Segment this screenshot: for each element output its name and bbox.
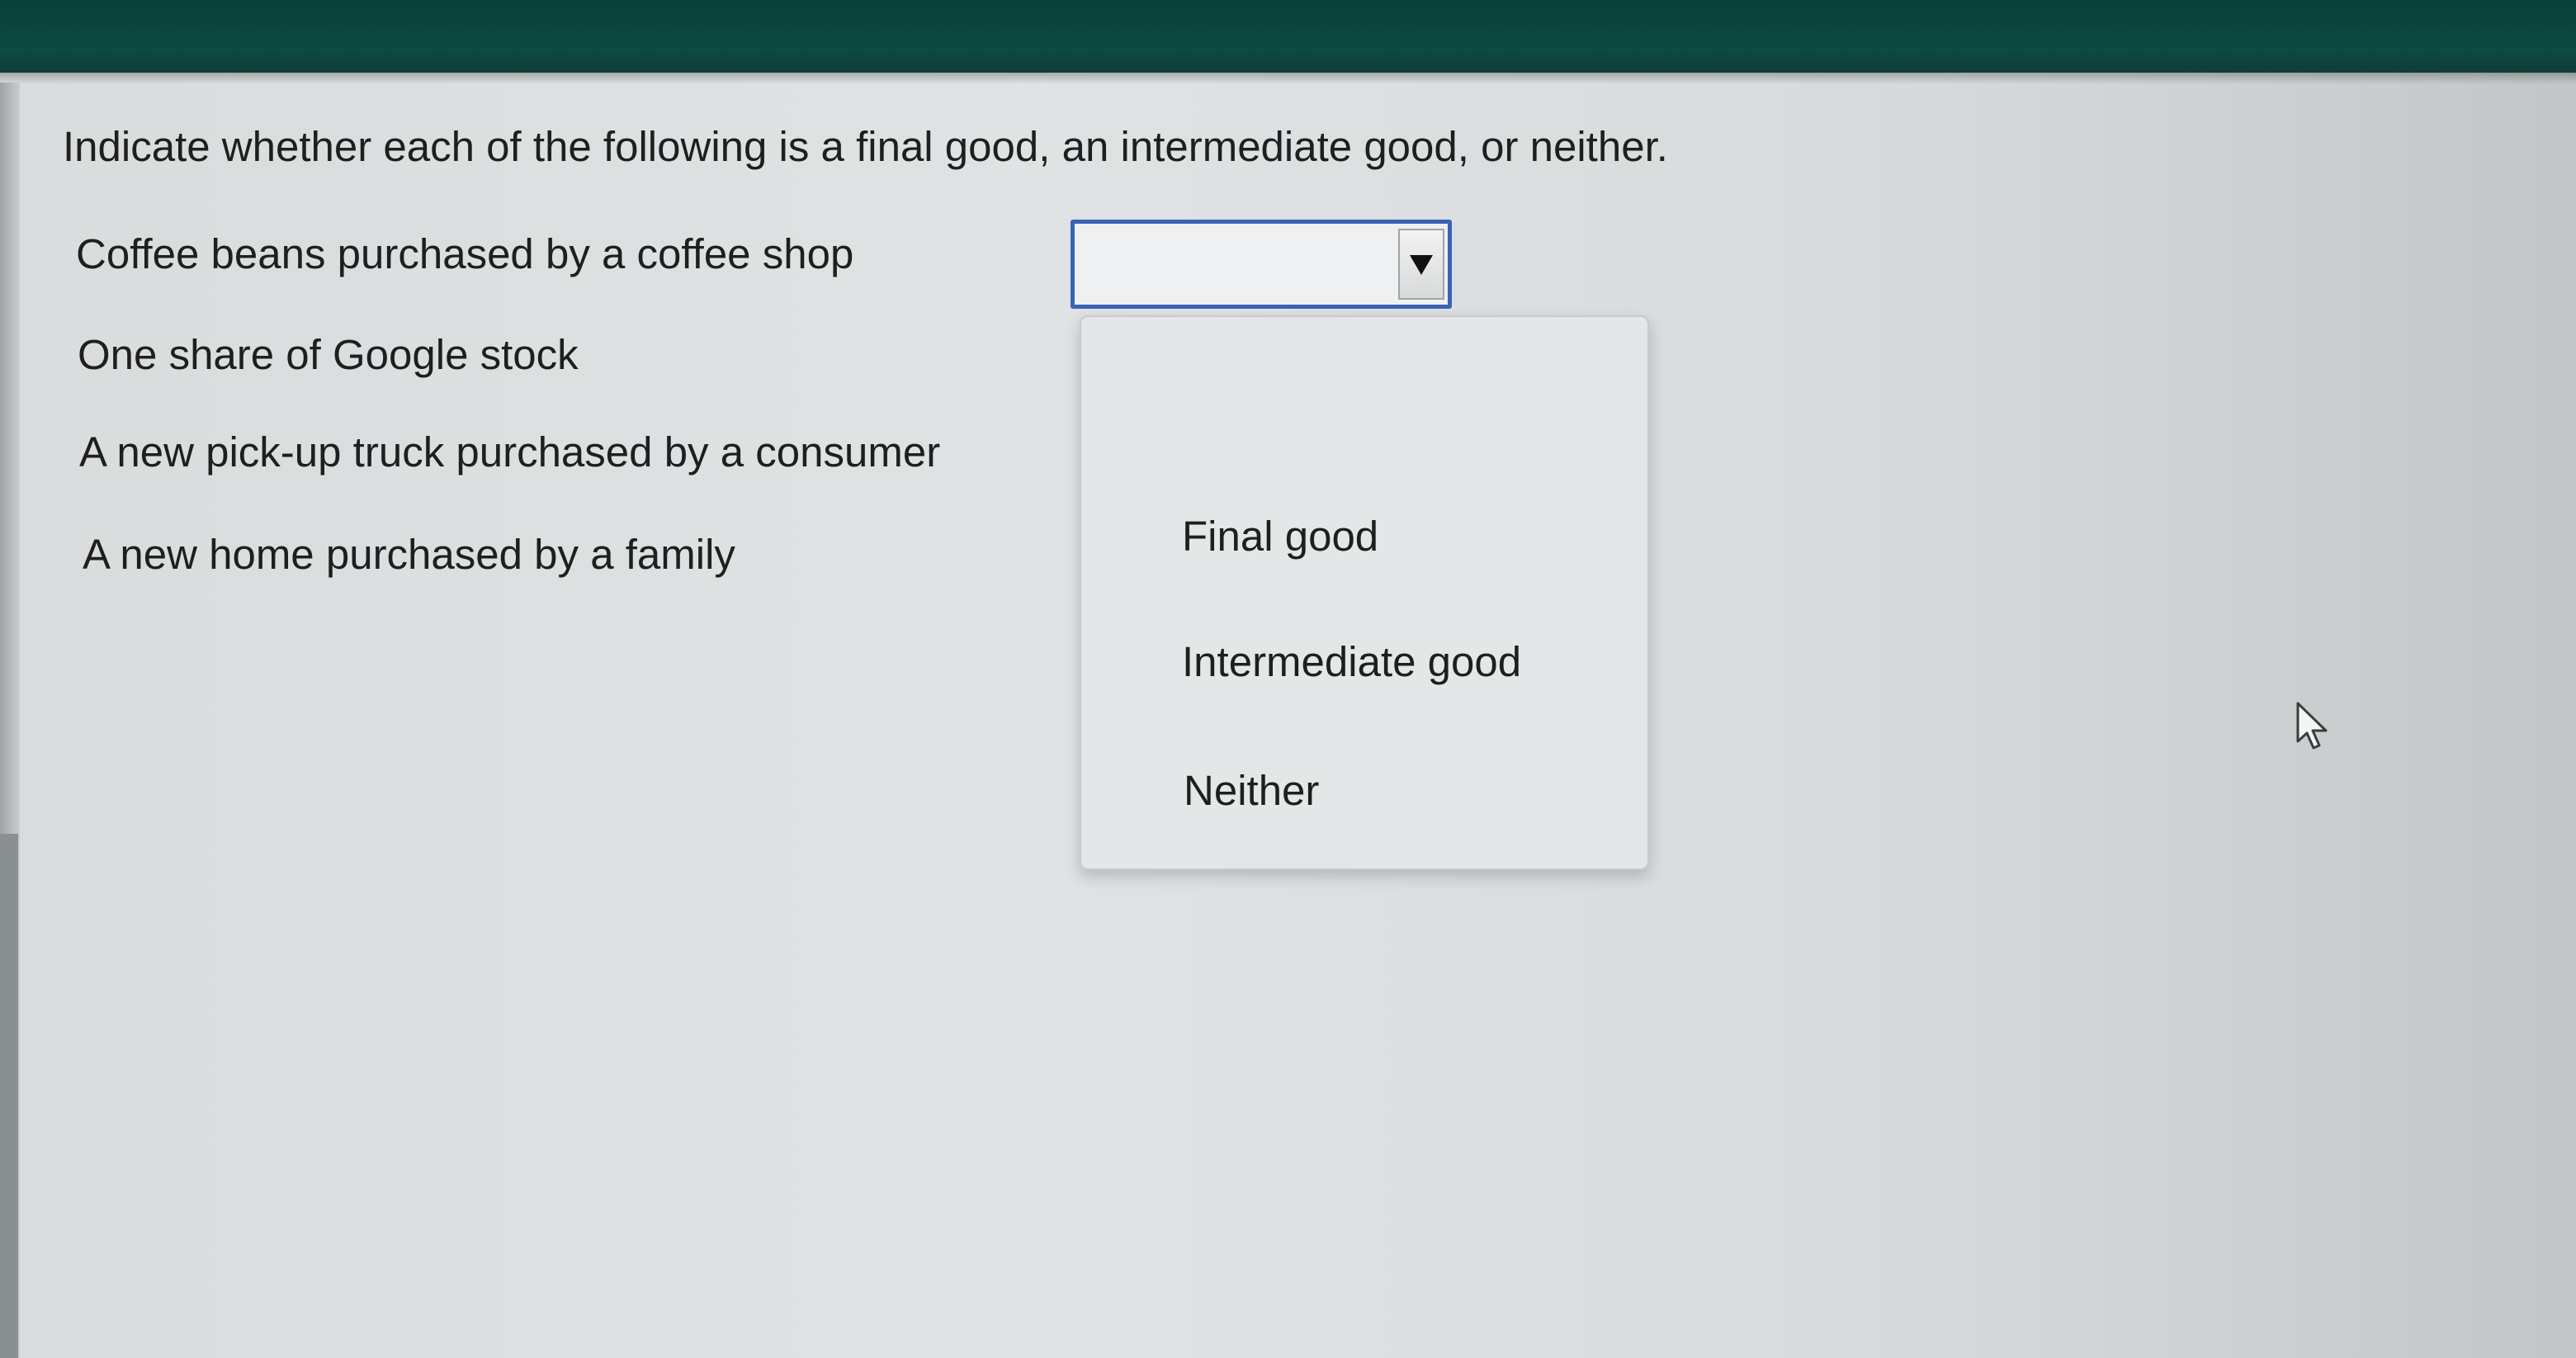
item-label-pickup-truck: A new pick-up truck purchased by a consu… xyxy=(79,428,941,476)
select-dropdown-button[interactable] xyxy=(1398,229,1444,300)
option-blank[interactable] xyxy=(1180,383,1527,433)
option-final-good[interactable]: Final good xyxy=(1182,512,1378,561)
option-neither[interactable]: Neither xyxy=(1184,766,1319,815)
answer-select-coffee-beans[interactable] xyxy=(1071,220,1452,309)
triangle-down-icon xyxy=(1410,255,1433,275)
item-label-new-home: A new home purchased by a family xyxy=(83,531,735,578)
select-options-list: Final good Intermediate good Neither xyxy=(1080,315,1649,870)
option-intermediate-good[interactable]: Intermediate good xyxy=(1182,637,1521,686)
item-label-google-stock: One share of Google stock xyxy=(78,331,579,378)
question-instructions: Indicate whether each of the following i… xyxy=(63,123,1668,170)
question-area: Indicate whether each of the following i… xyxy=(0,0,2576,1358)
mouse-pointer-icon xyxy=(2295,700,2331,757)
item-label-coffee-beans: Coffee beans purchased by a coffee shop xyxy=(76,230,854,277)
